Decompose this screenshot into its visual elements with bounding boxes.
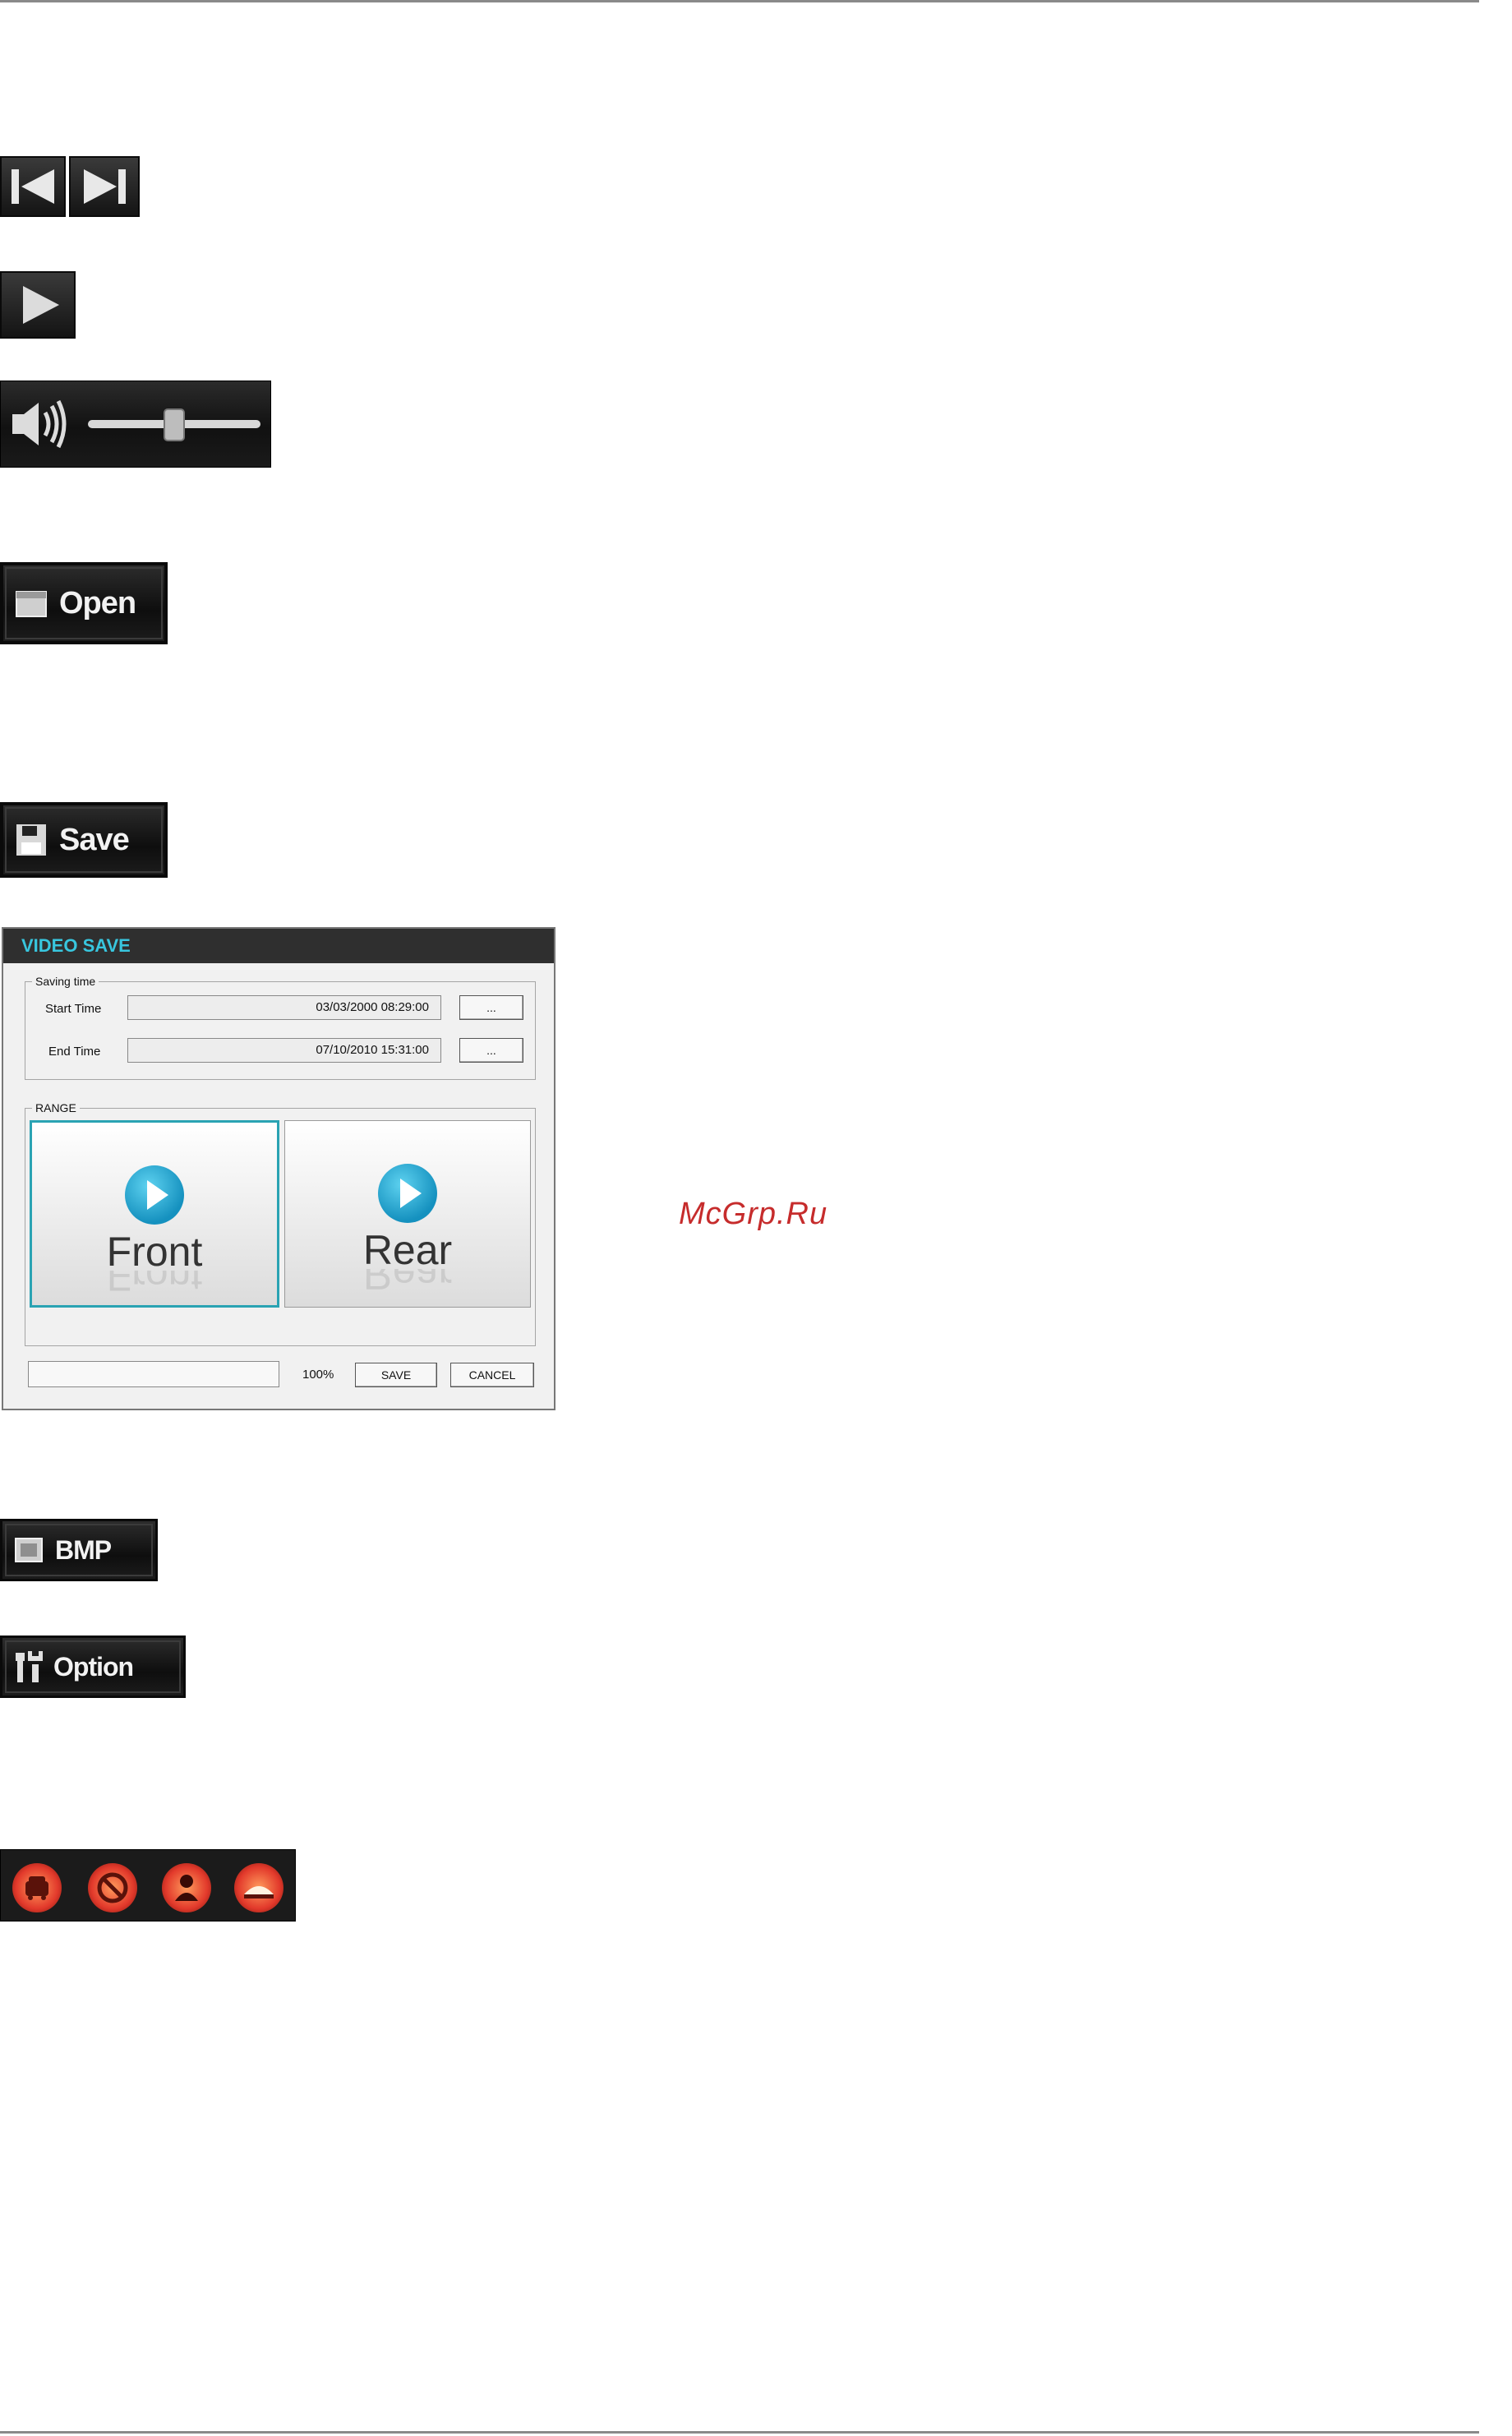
start-time-field[interactable]: 03/03/2000 08:29:00 <box>127 995 441 1020</box>
front-camera-button[interactable]: Front Front <box>30 1120 279 1308</box>
range-legend: RANGE <box>32 1101 80 1114</box>
skip-forward-icon <box>84 169 126 204</box>
front-label-reflection: Front <box>106 1271 203 1299</box>
person-icon[interactable] <box>162 1863 211 1912</box>
dialog-title: VIDEO SAVE <box>3 929 554 963</box>
option-button-label: Option <box>53 1651 134 1682</box>
open-button[interactable]: Open <box>0 562 168 644</box>
car-icon[interactable] <box>12 1863 62 1912</box>
speed-bump-icon[interactable] <box>234 1863 284 1912</box>
top-rule <box>0 0 1479 2</box>
save-progress-bar <box>28 1361 279 1387</box>
volume-control <box>0 381 271 468</box>
dialog-save-button[interactable]: SAVE <box>355 1363 437 1387</box>
option-button[interactable]: Option <box>0 1636 186 1698</box>
end-time-browse-button[interactable]: ... <box>459 1038 523 1063</box>
skip-controls <box>0 156 141 219</box>
speaker-icon[interactable] <box>12 399 67 449</box>
floppy-disk-icon <box>16 824 46 856</box>
dialog-cancel-button[interactable]: CANCEL <box>450 1363 534 1387</box>
front-play-icon <box>125 1165 184 1225</box>
start-time-browse-button[interactable]: ... <box>459 995 523 1020</box>
save-button[interactable]: Save <box>0 802 168 878</box>
end-time-field[interactable]: 07/10/2010 15:31:00 <box>127 1038 441 1063</box>
alert-icon-strip <box>0 1849 296 1922</box>
rear-camera-button[interactable]: Rear Rear <box>284 1120 531 1308</box>
open-button-label: Open <box>59 585 136 621</box>
start-time-label: Start Time <box>45 1002 102 1016</box>
play-button[interactable] <box>0 271 76 339</box>
skip-forward-button[interactable] <box>69 156 140 217</box>
skip-back-icon <box>12 169 54 204</box>
play-icon <box>23 286 59 324</box>
end-time-label: End Time <box>48 1045 101 1059</box>
video-save-dialog: VIDEO SAVE Saving time Start Time 03/03/… <box>2 927 555 1410</box>
watermark: McGrp.Ru <box>679 1197 828 1231</box>
skip-back-button[interactable] <box>0 156 66 217</box>
wrench-icon <box>16 1651 43 1682</box>
bottom-rule <box>0 2431 1479 2434</box>
rear-play-icon <box>378 1164 437 1223</box>
folder-icon <box>16 591 47 617</box>
bmp-button[interactable]: BMP <box>0 1519 158 1581</box>
progress-percent: 100% <box>302 1368 334 1382</box>
no-entry-icon[interactable] <box>88 1863 137 1912</box>
rear-label-reflection: Rear <box>362 1269 453 1298</box>
volume-slider-thumb[interactable] <box>164 408 185 441</box>
save-button-label: Save <box>59 822 130 857</box>
saving-time-legend: Saving time <box>32 975 99 988</box>
rear-label: Rear <box>362 1227 453 1273</box>
front-label: Front <box>106 1229 203 1275</box>
saving-time-group: Saving time Start Time 03/03/2000 08:29:… <box>25 975 536 1080</box>
bmp-button-label: BMP <box>55 1534 112 1565</box>
volume-graphic <box>12 399 260 449</box>
image-icon <box>15 1538 43 1562</box>
